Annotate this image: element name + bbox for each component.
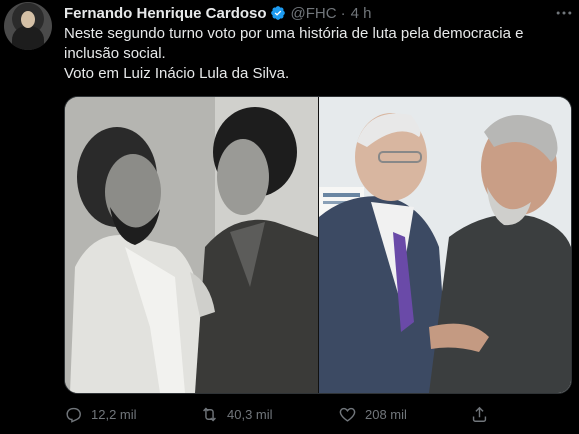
tweet-timestamp[interactable]: 4 h [351,5,372,22]
tweet-text: Neste segundo turno voto por uma históri… [64,24,564,84]
tweet-actions: 12,2 mil 40,3 mil 208 mil [64,402,494,426]
retweet-button[interactable]: 40,3 mil [200,402,273,426]
avatar-face [21,11,35,28]
more-options-icon[interactable] [554,3,574,23]
tweet-text-line: Neste segundo turno voto por uma históri… [64,25,524,42]
like-count: 208 mil [365,406,407,422]
share-button[interactable] [470,402,497,426]
media-photo-color[interactable] [319,97,571,393]
author-name[interactable]: Fernando Henrique Cardoso [64,5,267,22]
reply-button[interactable]: 12,2 mil [64,402,137,426]
heart-icon [339,407,356,422]
reply-count: 12,2 mil [91,406,137,422]
reply-icon [66,407,81,423]
retweet-count: 40,3 mil [227,406,273,422]
verified-badge-icon [270,6,285,20]
tweet-text-line: inclusão social. [64,45,166,62]
avatar-suit [12,26,44,50]
tweet-header: Fernando Henrique Cardoso @FHC · 4 h [64,3,371,23]
header-separator: · [340,4,346,22]
photo-illustration-left [65,97,318,393]
media-photo-black-and-white[interactable] [65,97,318,393]
author-avatar[interactable] [4,2,52,50]
share-icon [472,406,487,422]
tweet-media[interactable] [64,96,572,394]
tweet-text-line: Voto em Luiz Inácio Lula da Silva. [64,65,290,82]
retweet-icon [203,407,216,421]
photo-illustration-right [319,97,571,393]
author-handle[interactable]: @FHC [291,5,337,22]
like-button[interactable]: 208 mil [338,402,407,426]
